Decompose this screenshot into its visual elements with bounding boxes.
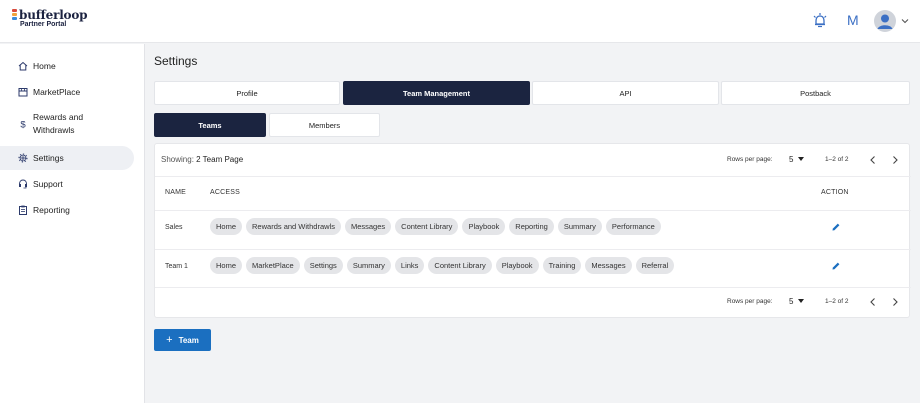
rows-per-page-label: Rows per page:: [727, 156, 773, 163]
top-header: bufferloop Partner Portal M: [0, 0, 920, 43]
access-chip: Content Library: [428, 257, 492, 274]
access-chip: Settings: [303, 257, 343, 274]
rows-per-page-caret-icon[interactable]: [798, 299, 804, 303]
plus-icon: +: [166, 334, 173, 346]
clipboard-icon: [19, 205, 27, 215]
access-chip: Performance: [605, 218, 661, 235]
sidebar-item-label: Settings: [33, 152, 64, 163]
tab-postback[interactable]: Postback: [721, 81, 910, 105]
tab-api[interactable]: API: [532, 81, 719, 105]
access-chip: Playbook: [495, 257, 539, 274]
gear-icon: [18, 153, 28, 163]
access-chip: Referral: [635, 257, 675, 274]
access-chip: Content Library: [395, 218, 459, 235]
page-range: 1–2 of 2: [825, 156, 849, 163]
home-icon: [18, 61, 28, 71]
avatar-icon[interactable]: [874, 10, 896, 32]
access-chip: Summary: [346, 257, 391, 274]
teams-table-card: Showing: 2 Team Page Rows per page: 5 1–…: [154, 143, 911, 318]
access-chip: Links: [394, 257, 425, 274]
rows-per-page-select[interactable]: 5: [789, 155, 793, 164]
sidebar-item-label: MarketPlace: [33, 86, 81, 97]
column-header-access: ACCESS: [210, 189, 240, 196]
table-toolbar: Showing: 2 Team Page Rows per page: 5 1–…: [155, 144, 911, 177]
store-icon: [18, 88, 28, 97]
sidebar-item-settings[interactable]: Settings: [0, 146, 134, 170]
sidebar-item-reporting[interactable]: Reporting: [0, 203, 134, 217]
chevron-down-icon[interactable]: [901, 17, 909, 25]
sidebar-item-label: Rewards and Withdrawls: [33, 112, 84, 135]
showing-prefix: Showing:: [161, 155, 194, 164]
sidebar-item-home[interactable]: Home: [0, 59, 134, 73]
access-chips: Home MarketPlace Settings Summary Links …: [210, 257, 678, 274]
showing-summary: Showing: 2 Team Page: [161, 155, 243, 164]
sidebar: Home MarketPlace $ Rewards and Withdrawl…: [0, 44, 145, 403]
sidebar-item-support[interactable]: Support: [0, 177, 134, 191]
subtab-members[interactable]: Members: [269, 113, 380, 137]
rows-per-page-select[interactable]: 5: [789, 297, 793, 306]
access-chip: MarketPlace: [246, 257, 300, 274]
prev-page-icon[interactable]: [868, 297, 878, 307]
brand-name: bufferloop: [19, 8, 88, 22]
tab-team-management[interactable]: Team Management: [343, 81, 530, 105]
settings-tabs: Profile Team Management API Postback: [154, 81, 910, 105]
access-chip: Messages: [585, 257, 632, 274]
alarm-bell-icon[interactable]: [812, 12, 828, 30]
edit-pencil-icon[interactable]: [831, 222, 841, 232]
edit-pencil-icon[interactable]: [831, 261, 841, 271]
team-name: Sales: [165, 224, 183, 231]
tab-profile[interactable]: Profile: [154, 81, 340, 105]
sidebar-item-label: Home: [33, 60, 56, 71]
prev-page-icon[interactable]: [868, 155, 878, 165]
rows-per-page-caret-icon[interactable]: [798, 157, 804, 161]
page-title: Settings: [154, 54, 198, 68]
add-team-button[interactable]: + Team: [154, 329, 211, 351]
rows-per-page-label: Rows per page:: [727, 298, 773, 305]
access-chips: Home Rewards and Withdrawls Messages Con…: [210, 218, 665, 235]
svg-text:$: $: [20, 120, 26, 130]
access-chip: Playbook: [462, 218, 506, 235]
showing-value: 2 Team Page: [196, 155, 244, 164]
headset-icon: [19, 179, 27, 189]
next-page-icon[interactable]: [890, 297, 900, 307]
access-chip: Reporting: [509, 218, 554, 235]
divider: [155, 249, 911, 250]
subtab-teams[interactable]: Teams: [154, 113, 266, 137]
dollar-icon: $: [20, 120, 26, 130]
next-page-icon[interactable]: [890, 155, 900, 165]
access-chip: Rewards and Withdrawls: [246, 218, 341, 235]
team-name: Team 1: [165, 263, 188, 270]
sidebar-item-label: Support: [33, 178, 63, 189]
page-range: 1–2 of 2: [825, 298, 849, 305]
user-initial[interactable]: M: [847, 12, 859, 28]
divider: [155, 210, 911, 211]
logo-mark-icon: [12, 9, 18, 21]
access-chip: Summary: [557, 218, 602, 235]
sidebar-item-rewards[interactable]: $ Rewards and Withdrawls: [0, 111, 134, 139]
access-chip: Home: [210, 257, 243, 274]
add-team-label: Team: [178, 335, 199, 345]
divider: [155, 287, 911, 288]
sidebar-item-label: Reporting: [33, 204, 70, 215]
access-chip: Messages: [344, 218, 392, 235]
column-header-name: NAME: [165, 189, 187, 196]
column-header-action: ACTION: [821, 189, 849, 196]
brand-logo[interactable]: bufferloop Partner Portal: [12, 8, 88, 29]
access-chip: Home: [210, 218, 243, 235]
brand-subtitle: Partner Portal: [20, 21, 67, 28]
sidebar-item-marketplace[interactable]: MarketPlace: [0, 85, 134, 99]
access-chip: Training: [542, 257, 582, 274]
